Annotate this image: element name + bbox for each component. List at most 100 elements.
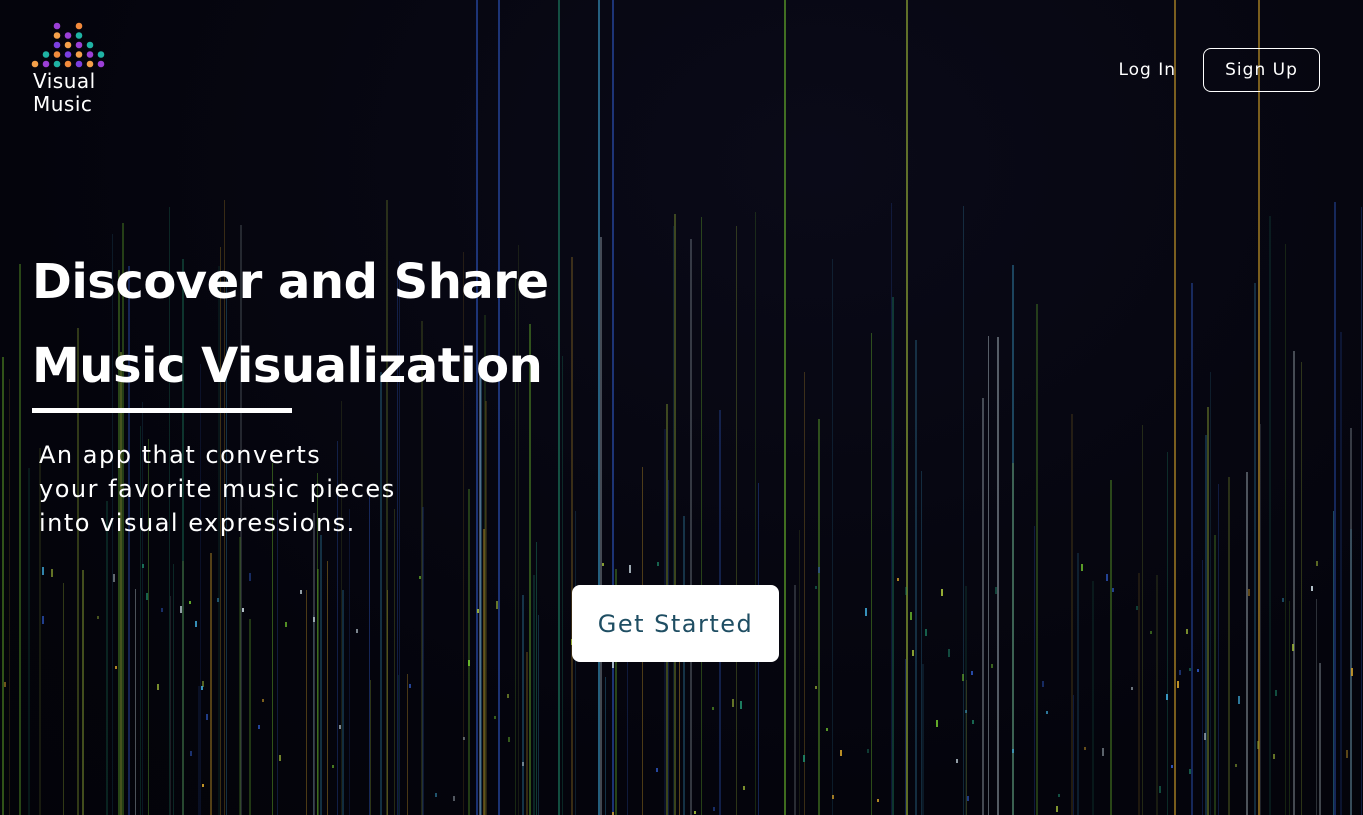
visualizer-line (965, 586, 967, 815)
brand-logo[interactable]: Visual Music (30, 16, 110, 118)
visualizer-speck (1275, 690, 1277, 696)
visualizer-line (536, 542, 537, 815)
visualizer-line (1191, 283, 1193, 815)
visualizer-line (922, 664, 924, 815)
visualizer-line (1167, 452, 1168, 815)
login-link[interactable]: Log In (1118, 60, 1176, 80)
logo-dot (86, 60, 94, 68)
visualizer-line (915, 340, 917, 815)
brand-name-line2: Music (33, 92, 93, 116)
visualizer-line (799, 530, 800, 815)
visualizer-speck (435, 793, 437, 797)
get-started-button[interactable]: Get Started (572, 585, 779, 662)
visualizer-line (277, 510, 278, 815)
visualizer-speck (1131, 687, 1133, 690)
visualizer-speck (1042, 681, 1044, 687)
visualizer-line (200, 364, 201, 815)
visualizer-speck (262, 699, 264, 702)
visualizer-speck (1159, 786, 1161, 793)
visualizer-line (369, 495, 370, 815)
visualizer-speck (1106, 574, 1108, 581)
visualizer-line (349, 509, 350, 815)
visualizer-speck (1102, 748, 1104, 756)
visualizer-line (135, 589, 136, 815)
hero-divider (32, 408, 292, 413)
visualizer-speck (948, 649, 950, 657)
visualizer-line (1333, 511, 1334, 815)
visualizer-speck (206, 714, 208, 720)
brand-name-line1: Visual (33, 69, 96, 93)
top-nav: Log In Sign Up (1118, 48, 1320, 92)
visualizer-speck (42, 567, 44, 575)
visualizer-speck (656, 768, 658, 772)
visualizer-speck (522, 762, 524, 766)
visualizer-line (1289, 601, 1290, 815)
logo-dot (31, 60, 39, 68)
visualizer-line (483, 529, 485, 815)
visualizer-line (485, 401, 487, 815)
visualizer-line (818, 419, 820, 815)
visualizer-line (249, 619, 251, 815)
hero-title-line1: Discover and Share (32, 254, 549, 310)
logo-dot (75, 22, 83, 30)
visualizer-speck (1136, 606, 1138, 610)
signup-button[interactable]: Sign Up (1203, 48, 1320, 92)
visualizer-speck (1189, 769, 1191, 774)
visualizer-line (963, 206, 964, 815)
visualizer-speck (1046, 711, 1048, 714)
visualizer-line (784, 0, 786, 815)
visualizer-line (571, 257, 573, 815)
logo-dot (75, 41, 83, 49)
visualizer-line (906, 0, 908, 815)
visualizer-line (1319, 663, 1321, 815)
visualizer-speck (840, 750, 842, 756)
visualizer-speck (496, 601, 498, 609)
visualizer-speck (1204, 733, 1206, 740)
logo-dot (53, 51, 61, 58)
visualizer-line (479, 373, 481, 815)
visualizer-speck (867, 749, 869, 753)
visualizer-speck (468, 660, 470, 666)
visualizer-line (1214, 535, 1216, 815)
visualizer-speck (912, 650, 914, 656)
visualizer-speck (972, 720, 974, 724)
visualizer-line (605, 677, 606, 815)
visualizer-line (1258, 0, 1260, 815)
visualizer-speck (743, 786, 745, 790)
visualizer-speck (242, 608, 244, 612)
visualizer-speck (962, 674, 964, 681)
visualizer-speck (161, 608, 163, 612)
visualizer-line (1205, 435, 1207, 815)
visualizer-speck (1346, 750, 1348, 758)
visualizer-speck (1189, 668, 1191, 671)
visualizer-speck (115, 666, 117, 669)
visualizer-speck (1186, 629, 1188, 634)
visualizer-line (306, 590, 307, 815)
visualizer-speck (1273, 754, 1275, 759)
visualizer-speck (249, 573, 251, 581)
visualizer-speck (1058, 794, 1060, 797)
visualizer-speck (4, 682, 6, 687)
visualizer-line (1301, 362, 1302, 815)
visualizer-speck (732, 699, 734, 707)
visualizer-line (106, 501, 108, 815)
visualizer-speck (97, 616, 99, 619)
visualizer-line (1077, 553, 1079, 815)
visualizer-line (370, 680, 371, 815)
visualizer-line (468, 489, 470, 815)
hero-title-line2: Music Visualization (32, 338, 543, 394)
visualizer-line (832, 259, 833, 815)
visualizer-line (1246, 472, 1248, 815)
visualizer-line (612, 0, 614, 815)
visualizer-line (1092, 581, 1094, 815)
visualizer-speck (202, 784, 204, 787)
visualizer-line (701, 217, 702, 815)
visualizer-line (921, 471, 922, 815)
visualizer-speck (712, 707, 714, 710)
visualizer-line (1073, 695, 1074, 815)
visualizer-speck (1177, 681, 1179, 688)
visualizer-speck (897, 578, 899, 581)
visualizer-speck (217, 598, 219, 602)
visualizer-speck (995, 587, 997, 594)
visualizer-speck (612, 661, 614, 668)
